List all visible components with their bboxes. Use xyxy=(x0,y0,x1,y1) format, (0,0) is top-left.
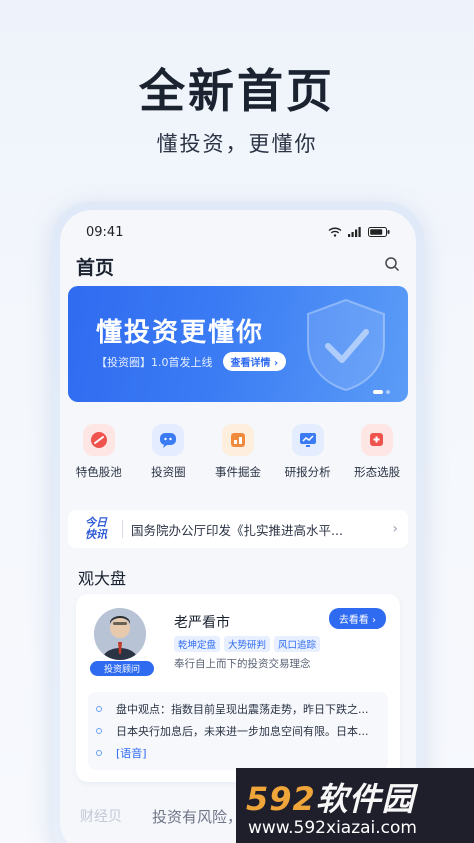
banner-details-button[interactable]: 查看详情 › xyxy=(222,352,287,371)
status-time: 09:41 xyxy=(86,224,124,240)
battery-icon xyxy=(368,227,390,237)
quick-menu: 特色股池 投资圈 事件掘金 研报分析 形态选股 xyxy=(60,424,416,480)
quick-item-research-report[interactable]: 研报分析 xyxy=(276,424,340,480)
expert-card[interactable]: 投资顾问 老严看市 去看看 › 乾坤定盘 大势研判 风口追踪 奉行自上而下的投资… xyxy=(76,594,400,782)
watermark-brand-number: 592 xyxy=(246,780,316,818)
chat-bubble-icon xyxy=(152,424,185,456)
phone-screen: 09:41 首页 懂投资更懂你 【投资圈】1.0首发上线 查看详情 › 特色股池… xyxy=(60,210,416,843)
quick-item-label: 特色股池 xyxy=(75,465,122,479)
hero-subtitle: 懂投资，更懂你 xyxy=(156,132,318,156)
banner-title: 懂投资更懂你 xyxy=(96,318,265,348)
promo-banner[interactable]: 懂投资更懂你 【投资圈】1.0首发上线 查看详情 › xyxy=(68,286,408,402)
expert-tags: 乾坤定盘 大势研判 风口追踪 xyxy=(174,636,321,652)
expert-points: 盘中观点：指数目前呈现出震荡走势，昨日下跌之... 日本央行加息后，未来进一步加… xyxy=(88,692,388,770)
chevron-right-icon: › xyxy=(392,521,398,537)
list-item[interactable]: 日本央行加息后，未来进一步加息空间有限。日本... xyxy=(96,720,380,742)
quick-item-stock-pool[interactable]: 特色股池 xyxy=(67,424,131,480)
advisor-badge: 投资顾问 xyxy=(90,661,154,676)
site-watermark: 592软件园 www.592xiazai.com xyxy=(236,768,474,843)
quick-item-label: 事件掘金 xyxy=(214,465,261,479)
report-chart-icon xyxy=(291,424,324,456)
stock-pool-icon xyxy=(82,424,115,456)
shield-check-icon xyxy=(298,294,394,398)
faded-label: 财经贝 xyxy=(80,809,122,825)
wifi-icon xyxy=(328,227,342,237)
pagination-dot xyxy=(373,390,383,394)
expert-name: 老严看市 xyxy=(174,615,230,631)
news-headline: 国务院办公厅印发《扎实推进高水平... xyxy=(131,522,343,538)
avatar xyxy=(94,608,146,660)
quick-item-label: 形态选股 xyxy=(354,465,401,479)
watermark-url: www.592xiazai.com xyxy=(248,818,417,838)
signal-icon xyxy=(348,227,361,237)
list-item[interactable]: [语音] xyxy=(96,742,380,764)
news-badge: 今日 快讯 xyxy=(78,517,114,541)
search-icon[interactable] xyxy=(384,256,400,276)
news-divider xyxy=(122,520,123,538)
hero-title: 全新首页 xyxy=(139,64,335,118)
voice-link[interactable]: [语音] xyxy=(116,745,147,761)
quick-item-event-mining[interactable]: 事件掘金 xyxy=(206,424,270,480)
quick-item-invest-circle[interactable]: 投资圈 xyxy=(136,424,200,480)
list-item[interactable]: 盘中观点：指数目前呈现出震荡走势，昨日下跌之... xyxy=(96,698,380,720)
view-expert-button[interactable]: 去看看 › xyxy=(328,608,386,629)
risk-hint: 投资有风险， xyxy=(152,808,243,826)
expert-tag: 乾坤定盘 xyxy=(174,636,221,652)
bullet-icon xyxy=(96,706,102,712)
news-badge-line2: 快讯 xyxy=(85,528,107,541)
news-ticker[interactable]: 今日 快讯 国务院办公厅印发《扎实推进高水平... › xyxy=(68,510,408,548)
expert-description: 奉行自上而下的投资交易理念 xyxy=(174,658,311,670)
expert-tag: 风口追踪 xyxy=(274,636,321,652)
event-icon xyxy=(221,424,254,456)
avatar-wrap: 投资顾问 xyxy=(90,608,154,676)
quick-item-pattern-pick[interactable]: 形态选股 xyxy=(345,424,409,480)
quick-item-label: 研报分析 xyxy=(284,465,331,479)
expert-tag: 大势研判 xyxy=(224,636,271,652)
banner-info: 【投资圈】1.0首发上线 查看详情 › xyxy=(96,352,287,371)
banner-tag: 【投资圈】1.0首发上线 xyxy=(96,355,213,369)
bullet-icon xyxy=(96,750,102,756)
watermark-brand: 592软件园 xyxy=(246,774,415,820)
point-text: 日本央行加息后，未来进一步加息空间有限。日本... xyxy=(116,725,369,738)
status-icons xyxy=(328,227,390,237)
point-text: 盘中观点：指数目前呈现出震荡走势，昨日下跌之... xyxy=(116,703,369,716)
section-title: 观大盘 xyxy=(78,569,127,588)
bullet-icon xyxy=(96,728,102,734)
pagination-dot xyxy=(386,390,390,394)
page-title: 首页 xyxy=(76,256,115,279)
quick-item-label: 投资圈 xyxy=(151,465,186,479)
app-header: 首页 xyxy=(76,252,400,280)
watermark-brand-text: 软件园 xyxy=(315,780,415,818)
pattern-icon xyxy=(361,424,394,456)
status-bar: 09:41 xyxy=(60,222,416,242)
banner-pagination xyxy=(373,390,390,394)
phone-frame: 09:41 首页 懂投资更懂你 【投资圈】1.0首发上线 查看详情 › 特色股池… xyxy=(52,202,424,843)
